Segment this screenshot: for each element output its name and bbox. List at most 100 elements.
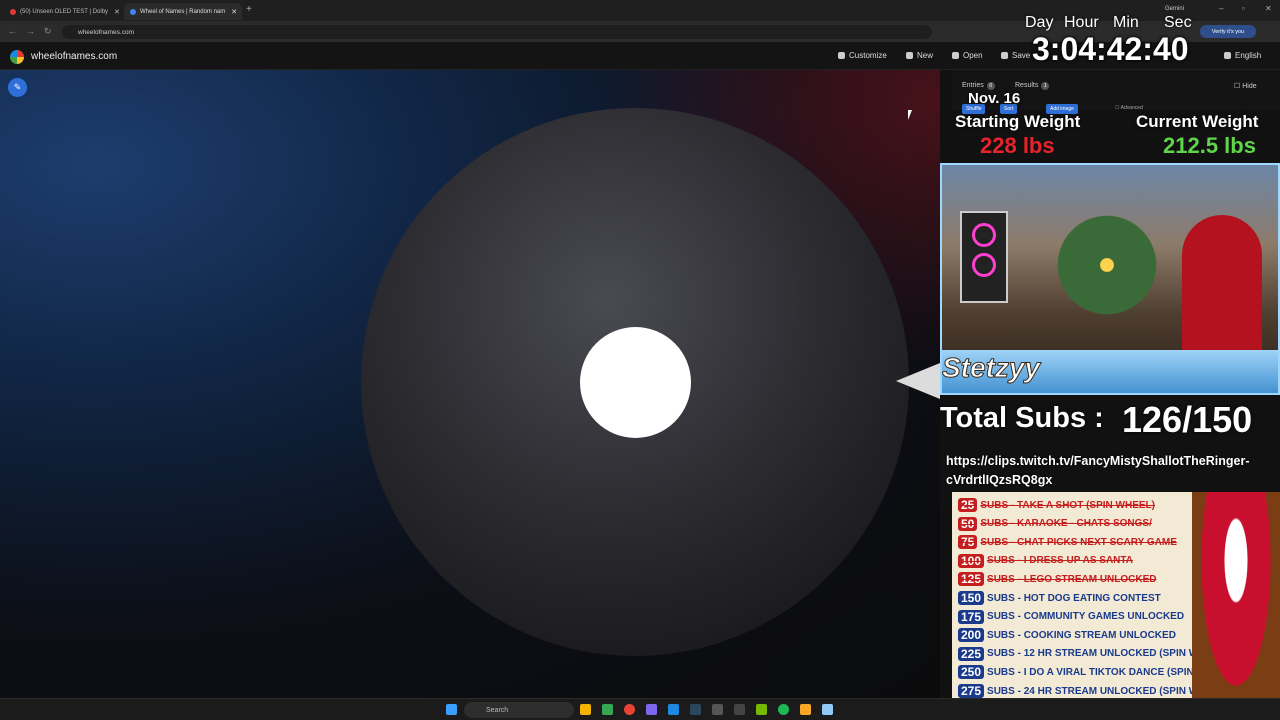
steam-icon[interactable] (690, 704, 701, 715)
streamer-name: Stetzyy (942, 352, 1041, 384)
tab-entries[interactable]: Entries 0 (962, 82, 995, 90)
gemini-button[interactable]: Gemini (1165, 6, 1184, 12)
new-label: New (917, 51, 934, 60)
sub-goal-item: 225 SUBS - 12 HR STREAM UNLOCKED (SPIN WH… (958, 645, 1228, 663)
back-icon[interactable]: ← (8, 26, 17, 36)
site-logo-icon (10, 50, 24, 64)
customize-label: Customize (849, 51, 887, 60)
app-icon[interactable] (712, 704, 723, 715)
tab-wheel-of-names[interactable]: Wheel of Names | Random nam ✕ (124, 3, 242, 20)
spotify-icon[interactable] (778, 704, 789, 715)
hide-label: Hide (1242, 83, 1257, 90)
santa-illustration (1192, 492, 1280, 720)
timer-min-label: Min (1113, 14, 1139, 31)
app-2-icon[interactable] (800, 704, 811, 715)
customize-button[interactable]: Customize (838, 51, 887, 60)
starting-weight-value: 228 lbs (980, 133, 1055, 158)
reload-icon[interactable]: ↻ (44, 26, 52, 37)
results-count: 1 (1041, 82, 1050, 90)
timer-day-label: Day (1025, 14, 1054, 31)
sub-goal-number: 25 (958, 498, 978, 512)
edge-icon[interactable] (668, 704, 679, 715)
forward-icon[interactable]: → (26, 26, 35, 36)
christmas-tree-image (1052, 205, 1162, 325)
maximize-button[interactable]: ▫ (1242, 4, 1245, 13)
palette-icon (838, 52, 845, 59)
sub-goal-item: 125 SUBS - LEGO STREAM UNLOCKED (958, 570, 1156, 588)
file-icon (906, 52, 913, 59)
sub-goal-item: 75 SUBS - CHAT PICKS NEXT SCARY GAME (958, 533, 1177, 551)
current-weight-label: Current Weight (1136, 112, 1259, 131)
url-input[interactable]: wheelofnames.com (62, 25, 932, 39)
tab-title: Wheel of Names | Random nam (140, 8, 226, 15)
nvidia-icon[interactable] (756, 704, 767, 715)
sub-goal-number: 175 (958, 609, 985, 624)
sub-goal-number: 50 (958, 516, 978, 531)
pc-case-image (960, 211, 1008, 303)
obs-icon[interactable] (734, 704, 745, 715)
starting-weight-label: Starting Weight (955, 112, 1081, 131)
site-name[interactable]: wheelofnames.com (31, 51, 117, 62)
open-label: Open (963, 51, 983, 60)
sub-goal-text: SUBS - COOKING STREAM UNLOCKED (987, 629, 1176, 641)
sub-goal-text: SUBS - KARAOKE - CHATS SONGS/ (980, 518, 1152, 530)
start-icon[interactable] (446, 704, 457, 715)
sub-goal-item: 50 SUBS - KARAOKE - CHATS SONGS/ (958, 515, 1152, 533)
clip-url: https://clips.twitch.tv/FancyMistyShallo… (946, 454, 1250, 487)
sub-goal-number: 75 (958, 535, 978, 550)
santa-figure-image (1182, 215, 1262, 355)
sub-goal-text: SUBS - HOT DOG EATING CONTEST (987, 592, 1161, 604)
language-button[interactable]: English (1224, 51, 1261, 60)
sub-goal-number: 275 (958, 684, 985, 698)
sub-goal-item: 200 SUBS - COOKING STREAM UNLOCKED (958, 626, 1176, 644)
save-button[interactable]: Save (1001, 51, 1030, 60)
tab-results[interactable]: Results 1 (1015, 82, 1050, 90)
minimize-button[interactable]: – (1219, 4, 1223, 13)
taskbar-search[interactable]: Search (464, 702, 574, 718)
sub-goal-item: 25 SUBS - TAKE A SHOT (SPIN WHEEL) (958, 496, 1155, 514)
save-label: Save (1012, 51, 1031, 60)
sub-goal-item: 150 SUBS - HOT DOG EATING CONTEST (958, 589, 1161, 607)
sub-goals-panel: 25 SUBS - TAKE A SHOT (SPIN WHEEL) 50 SUBS … (952, 492, 1280, 720)
sub-goal-number: 200 (958, 628, 985, 643)
edit-pencil-icon[interactable]: ✎ (8, 78, 27, 97)
url-text: wheelofnames.com (78, 28, 134, 36)
hide-button[interactable]: ☐ Hide (1234, 82, 1257, 90)
new-tab-button[interactable]: + (246, 4, 252, 15)
tab-youtube[interactable]: (50) Unseen OLED TEST | Dolby ✕ (4, 3, 124, 20)
mouse-cursor-icon (908, 110, 912, 120)
chrome-icon[interactable] (624, 704, 635, 715)
verify-button[interactable]: Verify it's you (1200, 25, 1256, 38)
new-button[interactable]: New (906, 51, 933, 60)
open-button[interactable]: Open (952, 51, 983, 60)
globe-icon (1224, 52, 1231, 59)
file-explorer-icon[interactable] (580, 704, 591, 715)
notepad-icon[interactable] (822, 704, 833, 715)
save-icon (1001, 52, 1008, 59)
sub-goal-text: SUBS - LEGO STREAM UNLOCKED (987, 573, 1157, 585)
close-icon[interactable]: ✕ (225, 8, 237, 16)
countdown-timer: 3:04:42:40 (1032, 31, 1189, 67)
discord-icon[interactable] (646, 704, 657, 715)
sub-goal-text: SUBS - COMMUNITY GAMES UNLOCKED (987, 611, 1185, 623)
sub-goal-number: 225 (958, 646, 985, 661)
close-window-button[interactable]: ✕ (1265, 4, 1272, 13)
sub-goal-text: SUBS - CHAT PICKS NEXT SCARY GAME (980, 536, 1177, 548)
sub-goal-number: 125 (958, 572, 985, 587)
sub-goal-number: 250 (958, 665, 985, 680)
language-label: English (1235, 51, 1262, 60)
sub-goal-text: SUBS - I DRESS UP AS SANTA (987, 555, 1133, 567)
close-icon[interactable]: ✕ (108, 8, 120, 16)
search-label: Search (486, 706, 509, 714)
tab-title: (50) Unseen OLED TEST | Dolby (20, 8, 109, 15)
streamer-nameplate: Stetzyy (942, 350, 1278, 393)
overlay-date: Nov. 16 (968, 90, 1021, 107)
xbox-icon[interactable] (602, 704, 613, 715)
sub-goal-text: SUBS - TAKE A SHOT (SPIN WHEEL) (980, 499, 1155, 511)
results-label: Results (1015, 82, 1039, 89)
sub-goal-number: 150 (958, 591, 985, 605)
webcam-feed: Stetzyy (940, 163, 1280, 395)
wheel-center-button[interactable] (580, 327, 691, 438)
advanced-checkbox[interactable]: ☐ Advanced (1115, 105, 1143, 111)
current-weight-value: 212.5 lbs (1163, 133, 1256, 158)
